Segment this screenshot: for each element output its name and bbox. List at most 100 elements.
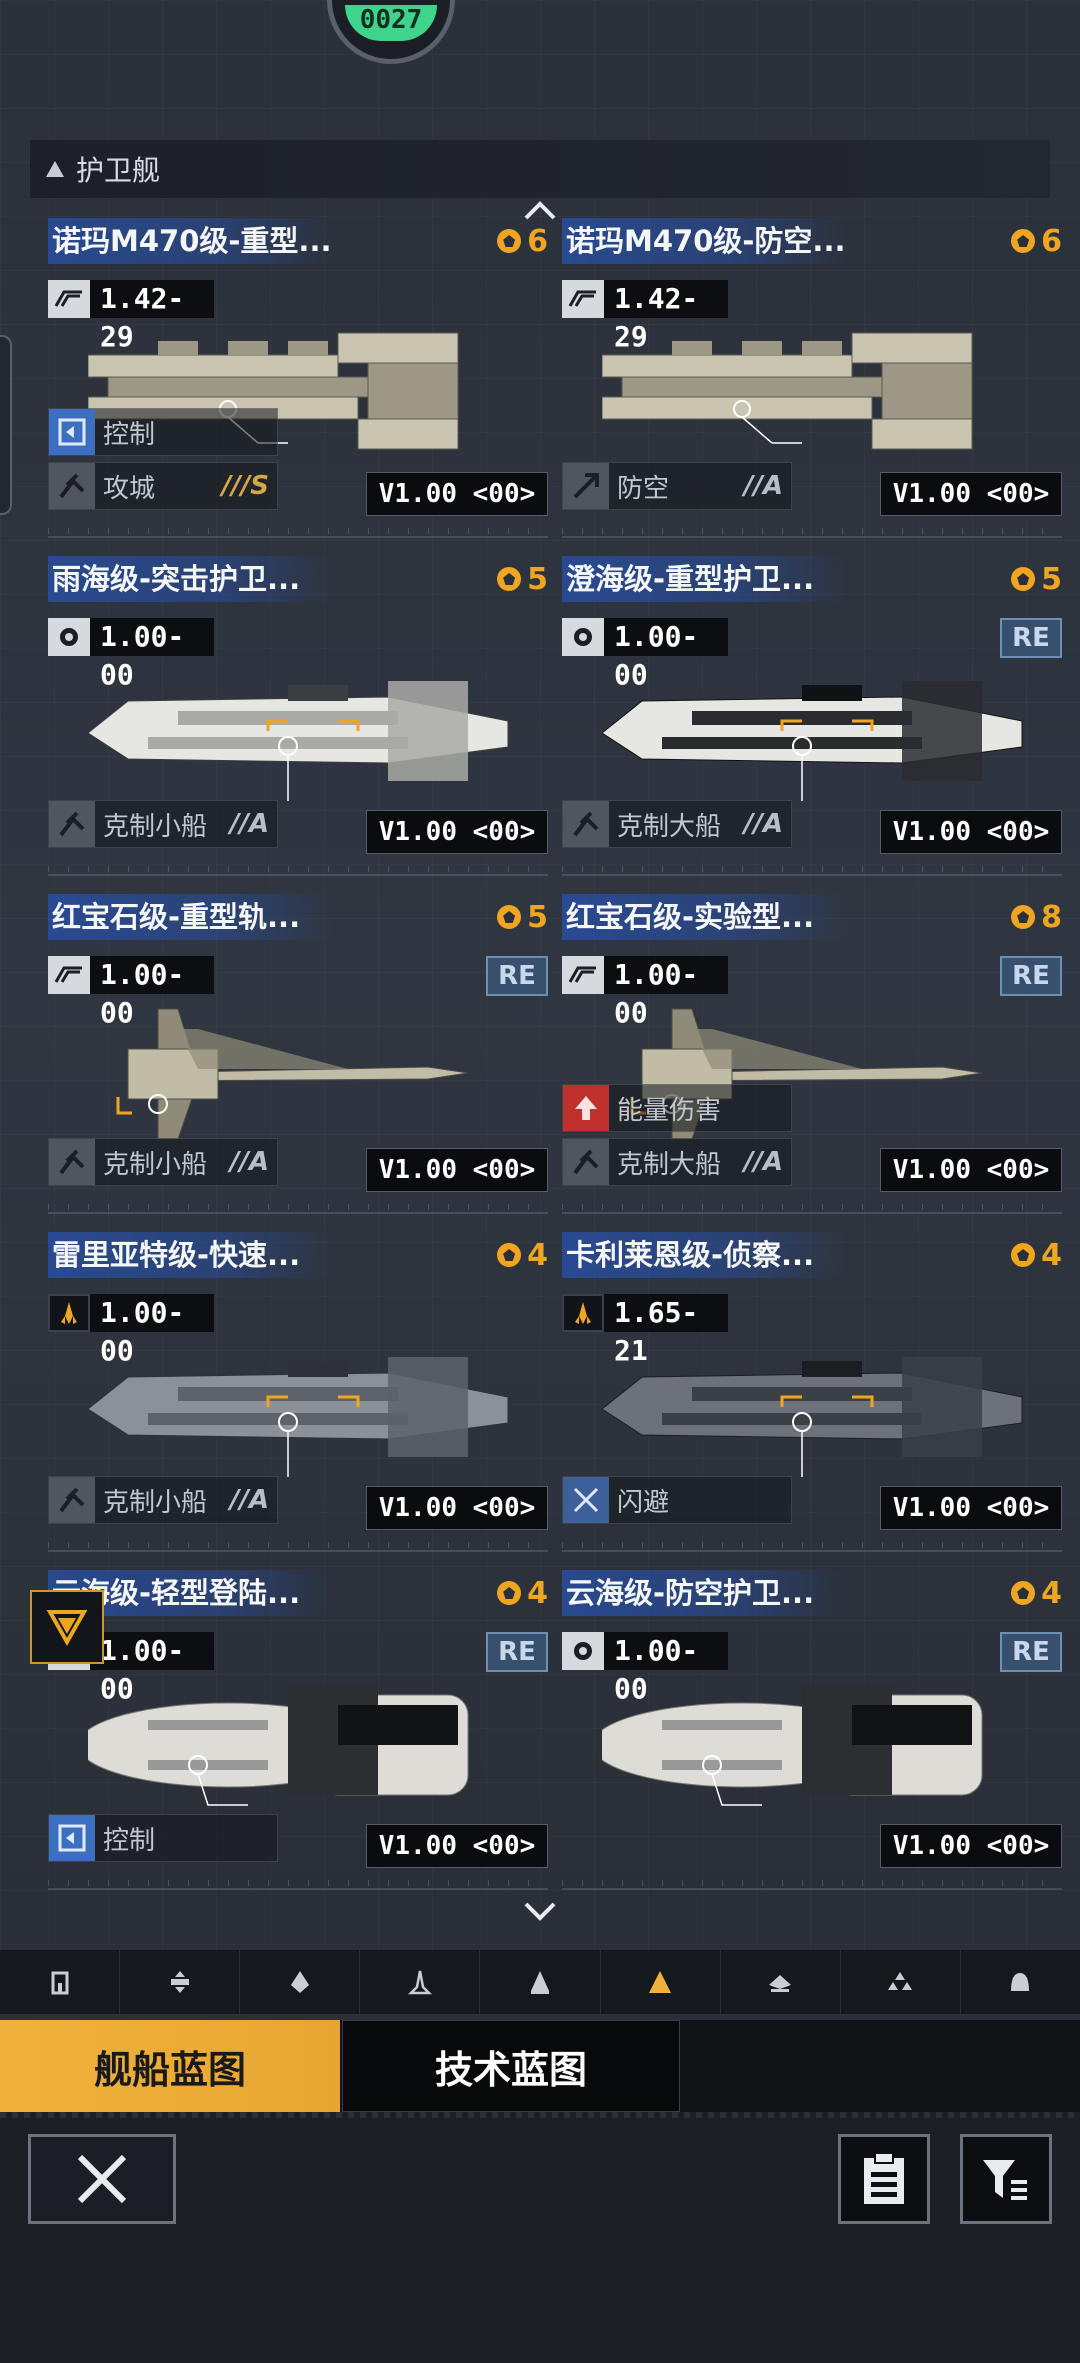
ship-title: 诺玛M470级-重型...: [48, 218, 333, 264]
category-frigate[interactable]: [601, 1950, 721, 2014]
cost-value: 5: [1041, 561, 1062, 597]
ship-category-bar: [0, 1950, 1080, 2014]
ship-card[interactable]: 红宝石级-实验型... 8 1.00-00 RE 能量伤害 克制大船 //A V: [562, 894, 1062, 1219]
section-header[interactable]: 护卫舰: [30, 140, 1050, 198]
tag-grade: //A: [743, 471, 783, 501]
blueprint-tabs: 舰船蓝图 技术蓝图: [0, 2020, 1080, 2112]
side-drawer-handle[interactable]: [0, 335, 12, 515]
ship-title: 红宝石级-重型轨...: [48, 894, 333, 940]
tag-grade: //A: [743, 1147, 783, 1177]
version-label: V1.00 <00>: [366, 1486, 548, 1530]
version-label: V1.00 <00>: [366, 810, 548, 854]
card-header: 红宝石级-实验型... 8: [562, 894, 1062, 940]
cost: 4: [1011, 1575, 1062, 1611]
antiair-icon: [563, 463, 609, 509]
cost-value: 6: [527, 223, 548, 259]
tag-label: 克制大船: [617, 1149, 722, 1180]
category-cross[interactable]: [120, 1950, 241, 2014]
card-baseline: [48, 1202, 548, 1214]
rocket-icon: [562, 1294, 604, 1332]
cost-value: 6: [1041, 223, 1062, 259]
rocket-icon: [48, 1294, 90, 1332]
cost-value: 4: [1041, 1575, 1062, 1611]
ship-title: 澄海级-重型护卫...: [562, 556, 847, 602]
ship-card[interactable]: 诺玛M470级-防空... 6 1.42-29 防空 //A V1.00 <00…: [562, 218, 1062, 543]
top-badge-value: 0027: [345, 5, 437, 41]
card-header: 云海级-轻型登陆... 4: [48, 1570, 548, 1616]
scroll-down-icon[interactable]: [520, 1898, 560, 1926]
category-tower[interactable]: [0, 1950, 121, 2014]
ship-card[interactable]: 红宝石级-重型轨... 5 1.00-00 RE 克制小船 //A V1.00 …: [48, 894, 548, 1219]
siege-icon: [49, 463, 95, 509]
ship-tag: 攻城 ///S: [48, 462, 278, 510]
card-header: 云海级-防空护卫... 4: [562, 1570, 1062, 1616]
ship-tag: 克制大船 //A: [562, 1138, 792, 1186]
ship-card[interactable]: 雨海级-突击护卫... 5 1.00-00 克制小船 //A V1.00 <00…: [48, 556, 548, 881]
ship-card[interactable]: 澄海级-重型护卫... 5 1.00-00 RE 克制大船 //A V1.00 …: [562, 556, 1062, 881]
ship-card[interactable]: 云海级-轻型登陆... 4 1.00-00 RE 控制 V1.00 <00>: [48, 1570, 548, 1895]
ship-image: [87, 651, 528, 811]
gear-icon: [562, 618, 604, 656]
ship-card[interactable]: 云海级-防空护卫... 4 1.00-00 RE V1.00 <00>: [562, 1570, 1062, 1895]
tag-label: 控制: [103, 419, 156, 450]
category-ship[interactable]: [240, 1950, 361, 2014]
card-header: 卡利莱恩级-侦察... 4: [562, 1232, 1062, 1278]
clipboard-button[interactable]: [838, 2134, 930, 2224]
tag-label: 克制大船: [617, 811, 722, 842]
cost: 5: [497, 562, 548, 597]
category-cluster[interactable]: [841, 1950, 961, 2014]
ship-tag: 克制小船 //A: [48, 800, 278, 848]
counter-icon: [49, 1139, 95, 1185]
card-baseline: [562, 1202, 1062, 1214]
bottom-toolbar: [0, 2112, 1080, 2363]
tab-ship-blueprint[interactable]: 舰船蓝图: [0, 2020, 340, 2112]
ship-image: [88, 989, 528, 1149]
cost-icon: [1011, 567, 1036, 591]
tag-label: 闪避: [617, 1487, 670, 1518]
tag-grade: ///S: [221, 471, 269, 501]
category-fighter[interactable]: [360, 1950, 481, 2014]
category-dome[interactable]: [961, 1950, 1080, 2014]
ship-card[interactable]: 雷里亚特级-快速... 4 1.00-00 克制小船 //A V1.00 <00…: [48, 1232, 548, 1557]
category-destroyer[interactable]: [721, 1950, 841, 2014]
filter-button[interactable]: [960, 2134, 1052, 2224]
close-button[interactable]: [28, 2134, 176, 2224]
tag-label: 防空: [617, 473, 670, 504]
toolbar-stripe: [0, 2112, 1080, 2118]
cost: 5: [497, 900, 548, 935]
category-corvette[interactable]: [480, 1950, 601, 2014]
card-header: 诺玛M470级-重型... 6: [48, 218, 548, 264]
counter-icon: [49, 1477, 95, 1523]
tag-label: 攻城: [103, 473, 156, 504]
tab-tech-blueprint[interactable]: 技术蓝图: [342, 2020, 680, 2112]
stealth-icon: [48, 956, 90, 994]
cost-icon: [1011, 1581, 1036, 1605]
cost: 6: [497, 223, 548, 259]
corvette-icon: [530, 1971, 549, 1994]
counter-icon: [563, 1139, 609, 1185]
collapse-triangle-icon: [46, 161, 64, 177]
card-baseline: [48, 526, 548, 538]
gear-icon: [562, 1632, 604, 1670]
card-header: 雨海级-突击护卫... 5: [48, 556, 548, 602]
tag-label: 控制: [103, 1825, 156, 1856]
cost-icon: [1011, 1243, 1036, 1267]
rank-badge[interactable]: [30, 1590, 104, 1664]
destroyer-icon: [769, 1975, 792, 1992]
version-label: V1.00 <00>: [880, 810, 1062, 854]
tag-grade: //A: [743, 809, 783, 839]
ship-title: 卡利莱恩级-侦察...: [562, 1232, 847, 1278]
section-title: 护卫舰: [76, 154, 161, 187]
version-label: V1.00 <00>: [880, 1824, 1062, 1868]
ship-card[interactable]: 卡利莱恩级-侦察... 4 1.65-21 闪避 V1.00 <00>: [562, 1232, 1062, 1557]
cost-icon: [497, 1581, 522, 1605]
version-label: V1.00 <00>: [366, 1824, 548, 1868]
ship-tag: 能量伤害: [562, 1084, 792, 1132]
cost-value: 4: [527, 1575, 548, 1611]
version-label: V1.00 <00>: [366, 1148, 548, 1192]
ship-image: [601, 313, 1042, 473]
stealth-icon: [48, 280, 90, 318]
tag-grade: //A: [229, 1485, 269, 1515]
ship-card[interactable]: 诺玛M470级-重型... 6 1.42-29 控制 攻城 ///S V1.00…: [48, 218, 548, 543]
stealth-icon: [562, 280, 604, 318]
